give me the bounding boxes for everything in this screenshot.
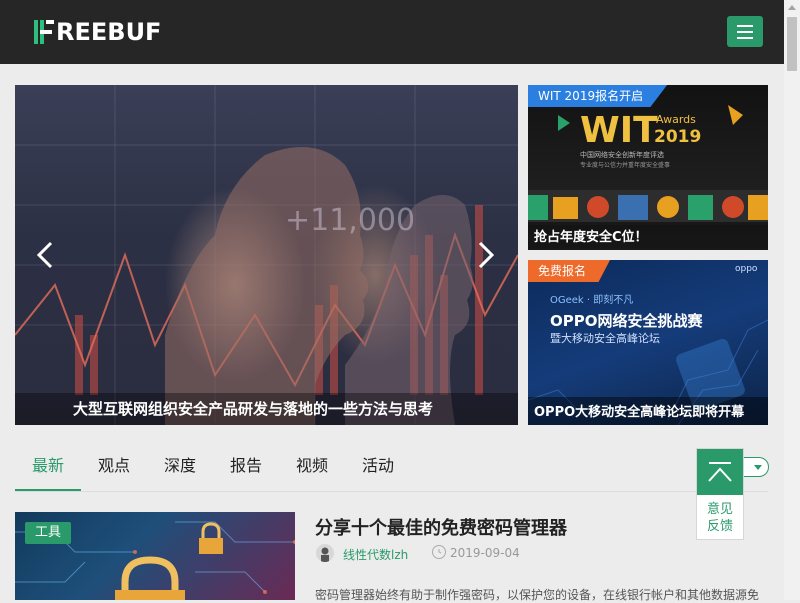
- scrollbar-thumb[interactable]: [787, 17, 797, 71]
- hero-title[interactable]: 大型互联网组织安全产品研发与落地的一些方法与思考: [73, 398, 433, 419]
- tab-video[interactable]: 视频: [279, 446, 345, 490]
- wit-year-text: 2019: [654, 127, 701, 147]
- oppo-heading-text: OPPO网络安全挑战赛: [550, 312, 703, 330]
- oppo-tag[interactable]: 免费报名: [528, 260, 611, 282]
- category-tabs: 最新 观点 深度 报告 视频 活动: [15, 446, 768, 492]
- wit-sub2-text: 专业度与公信力并重年度安全盛事: [580, 161, 670, 169]
- page-scrollbar[interactable]: [784, 0, 800, 600]
- hero-carousel[interactable]: +11,000 大型互联网组织安全产品研发与落地的一些方法与思考: [15, 85, 518, 425]
- wit-awards-text: Awards: [656, 113, 696, 126]
- side-card-title[interactable]: OPPO大移动安全高峰论坛即将开幕: [534, 401, 744, 420]
- feedback-button[interactable]: 意见 反馈: [697, 501, 743, 535]
- logo-mark-icon: [34, 19, 54, 45]
- floating-toolbar: 意见 反馈: [696, 448, 744, 540]
- hero-image: +11,000: [15, 85, 518, 425]
- oppo-geek-text: OGeek · 即刻不凡: [550, 293, 633, 306]
- arrow-up-icon: [708, 462, 732, 482]
- side-card-title[interactable]: 抢占年度安全C位！: [534, 226, 648, 245]
- carousel-next-button[interactable]: [476, 240, 496, 270]
- feedback-line1: 意见: [706, 502, 733, 517]
- clock-icon: [432, 545, 446, 559]
- tab-latest[interactable]: 最新: [15, 446, 81, 491]
- oppo-sub-text: 暨大移动安全高峰论坛: [550, 331, 660, 345]
- wit-tag[interactable]: WIT 2019报名开启: [528, 85, 668, 107]
- side-card-oppo[interactable]: oppo OGeek · 即刻不凡 OPPO网络安全挑战赛 暨大移动安全高峰论坛…: [528, 260, 768, 425]
- tab-opinion[interactable]: 观点: [81, 446, 147, 490]
- article-title[interactable]: 分享十个最佳的免费密码管理器: [315, 514, 567, 540]
- feedback-line2: 反馈: [706, 519, 733, 534]
- hamburger-menu-icon: [737, 24, 753, 39]
- author-name[interactable]: 线性代数lzh: [343, 546, 408, 563]
- carousel-prev-button[interactable]: [35, 240, 55, 270]
- side-card-wit[interactable]: WIT Awards 2019 中国网络安全创新年度评选 专业度与公信力并重年度…: [528, 85, 768, 250]
- article-excerpt: 密码管理器始终有助于制作强密码，以保护您的设备，在线银行帐户和其他数据源免: [315, 588, 760, 602]
- article-category-tag[interactable]: 工具: [25, 522, 72, 544]
- top-header: REEBUF: [0, 0, 784, 64]
- hero-overlay-number: +11,000: [285, 203, 415, 238]
- wit-big-text: WIT: [580, 110, 658, 151]
- tab-depth[interactable]: 深度: [147, 446, 213, 490]
- chevron-left-icon: [36, 241, 53, 269]
- freebuf-logo[interactable]: REEBUF: [34, 18, 161, 46]
- article-date: 2019-09-04: [450, 546, 520, 560]
- article-thumbnail[interactable]: 工具: [15, 512, 295, 600]
- wit-sub1-text: 中国网络安全创新年度评选: [580, 150, 664, 159]
- chevron-right-icon: [478, 241, 495, 269]
- menu-button[interactable]: [727, 16, 763, 47]
- author-avatar[interactable]: [316, 544, 334, 562]
- logo-text: REEBUF: [56, 18, 162, 46]
- back-to-top-button[interactable]: [697, 449, 743, 495]
- user-icon: [321, 547, 329, 562]
- tab-report[interactable]: 报告: [213, 446, 279, 490]
- oppo-brand-text: oppo: [735, 264, 758, 274]
- tab-activity[interactable]: 活动: [345, 446, 411, 490]
- scroll-up-arrow-icon[interactable]: [788, 5, 796, 10]
